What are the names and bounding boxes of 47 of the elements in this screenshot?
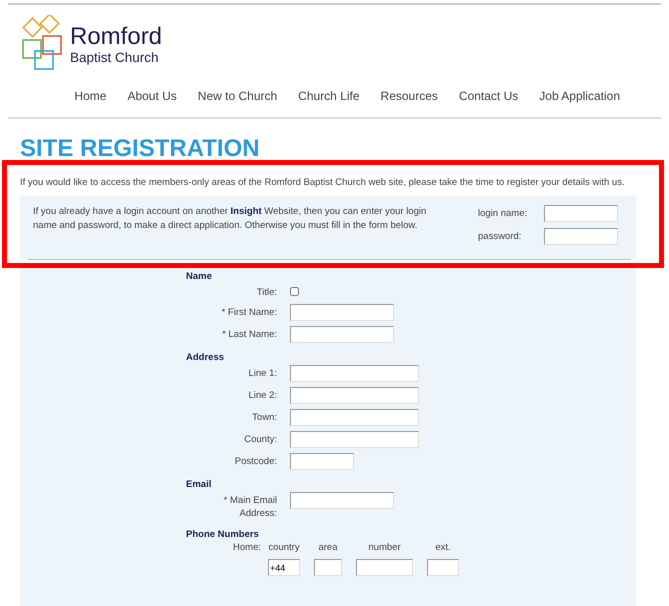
page-title: SITE REGISTRATION — [20, 135, 261, 163]
field-label: Line 1: — [247, 367, 277, 380]
section-heading: Address — [186, 352, 226, 363]
input-field[interactable] — [314, 559, 342, 576]
field-label: Town: — [251, 411, 277, 424]
field-label: * Main Email Address: — [222, 494, 277, 520]
field-label: password: — [478, 231, 522, 242]
input-field[interactable] — [427, 559, 459, 576]
input-field[interactable] — [290, 304, 394, 321]
checkbox[interactable] — [290, 287, 299, 296]
input-field[interactable] — [290, 387, 419, 404]
column-label: country — [268, 542, 300, 553]
field-label: login name: — [478, 208, 528, 219]
field-label: * Last Name: — [221, 328, 277, 341]
nav-link[interactable]: New to Church — [198, 89, 278, 103]
nav-link[interactable]: About Us — [127, 89, 177, 103]
nav-link[interactable]: Church Life — [298, 89, 360, 103]
nav-link[interactable]: Resources — [380, 89, 438, 103]
column-label: number — [368, 542, 401, 553]
input-field[interactable] — [544, 228, 618, 245]
nav-link[interactable]: Job Application — [539, 89, 620, 103]
input-field[interactable] — [290, 453, 354, 470]
field-label: Home: — [232, 542, 261, 555]
field-label: Title: — [256, 286, 277, 299]
field-label: Line 2: — [247, 389, 277, 402]
input-field[interactable]: +44 — [268, 559, 300, 576]
nav-link[interactable]: Contact Us — [458, 89, 518, 103]
column-label: ext. — [435, 542, 451, 553]
field-label: * First Name: — [220, 306, 277, 319]
section-heading: Phone Numbers — [186, 529, 260, 540]
logo-name: Romford — [70, 24, 162, 50]
input-field[interactable] — [290, 365, 419, 382]
section-heading: Email — [186, 479, 212, 490]
intro-text: If you would like to access the members-only areas of the Romford Baptist Church web site, please take the time to register your details with us. — [20, 176, 626, 190]
section-heading: Name — [186, 271, 213, 282]
nav-link[interactable]: Home — [74, 89, 106, 103]
column-label: area — [318, 542, 338, 553]
input-field[interactable] — [290, 492, 394, 509]
login-text: If you already have a login account on another Insight Website, then you can enter your login name and password, to make a direct application. Otherwise you must fill in the form below. — [33, 205, 428, 233]
input-field[interactable] — [290, 409, 419, 426]
field-label: Postcode: — [234, 455, 277, 468]
field-label: County: — [243, 433, 277, 446]
input-field[interactable] — [356, 559, 413, 576]
input-field[interactable] — [544, 205, 618, 222]
input-field[interactable] — [290, 326, 394, 343]
logo-subtitle: Baptist Church — [70, 50, 160, 65]
input-field[interactable] — [290, 431, 419, 448]
